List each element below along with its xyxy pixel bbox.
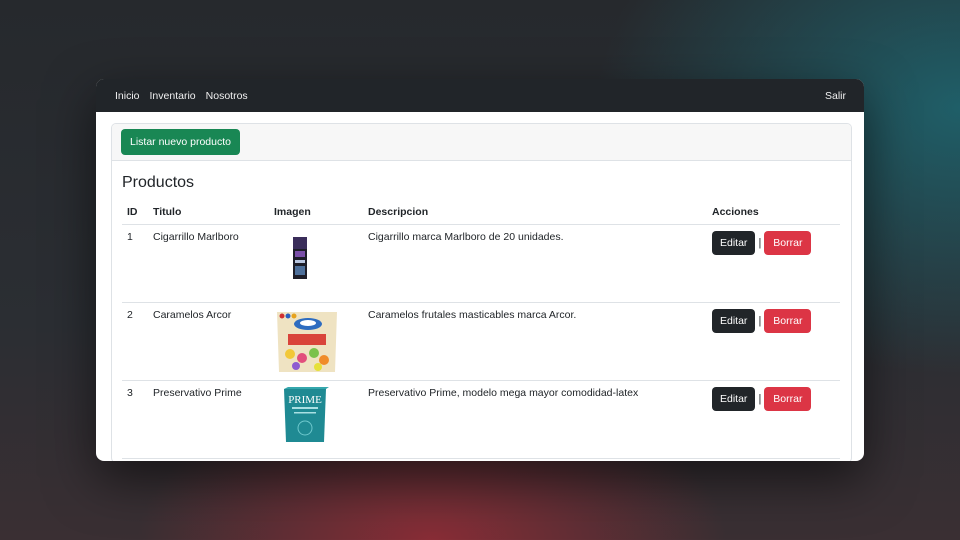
cigarette-pack-image [293,236,307,279]
action-separator: | [758,314,762,327]
cell-title: Preservativo Prime [148,380,269,459]
new-product-button[interactable]: Listar nuevo producto [121,129,240,155]
edit-button[interactable]: Editar [712,308,756,333]
table-row: 3 Preservativo Prime PRIME Preservativo … [122,380,840,459]
action-separator: | [758,236,762,249]
prime-box-image: PRIME [284,386,329,442]
cell-description: Caramelos frutales masticables marca Arc… [363,302,707,381]
prime-box-logo-text: PRIME [288,394,322,406]
table-row: 2 Caramelos Arcor Caramelos frutales mas… [122,302,840,381]
nav-link-inicio[interactable]: Inicio [115,90,140,102]
cell-image: PRIME [269,380,363,459]
nav-link-nosotros[interactable]: Nosotros [206,90,248,102]
logout-link[interactable]: Salir [825,90,846,102]
cell-actions: Editar | Borrar [707,380,840,459]
cell-actions: Editar | Borrar [707,224,840,303]
app-window: Inicio Inventario Nosotros Salir Listar … [96,79,864,461]
header-description: Descripcion [363,201,707,225]
page-title: Productos [122,174,195,191]
cell-title: Cigarrillo Marlboro [148,224,269,303]
delete-button[interactable]: Borrar [764,230,812,255]
header-image: Imagen [269,201,363,225]
cell-description: Cigarrillo marca Marlboro de 20 unidades… [363,224,707,303]
cell-actions: Editar | Borrar [707,302,840,381]
candy-bag-image [277,311,337,372]
edit-button[interactable]: Editar [712,386,756,411]
nav-links: Inicio Inventario Nosotros [115,90,248,102]
products-card: Listar nuevo producto Productos ID Titul… [111,123,852,461]
products-table: ID Titulo Imagen Descripcion Acciones 1 … [122,201,840,459]
navbar: Inicio Inventario Nosotros Salir [96,79,864,112]
header-title: Titulo [148,201,269,225]
header-actions: Acciones [707,201,840,225]
cell-title: Caramelos Arcor [148,302,269,381]
cell-image [269,224,363,303]
cell-description: Preservativo Prime, modelo mega mayor co… [363,380,707,459]
card-header: Listar nuevo producto [112,124,851,161]
table-header-row: ID Titulo Imagen Descripcion Acciones [122,201,840,225]
action-separator: | [758,392,762,405]
delete-button[interactable]: Borrar [764,308,812,333]
cell-id: 2 [122,302,148,381]
cell-id: 3 [122,380,148,459]
cell-id: 1 [122,224,148,303]
nav-link-inventario[interactable]: Inventario [150,90,196,102]
card-body: Productos ID Titulo Imagen Descripcion A… [112,161,851,459]
header-id: ID [122,201,148,225]
table-row: 1 Cigarrillo Marlboro Cigarrillo marca M… [122,224,840,303]
cell-image [269,302,363,381]
delete-button[interactable]: Borrar [764,386,812,411]
edit-button[interactable]: Editar [712,230,756,255]
